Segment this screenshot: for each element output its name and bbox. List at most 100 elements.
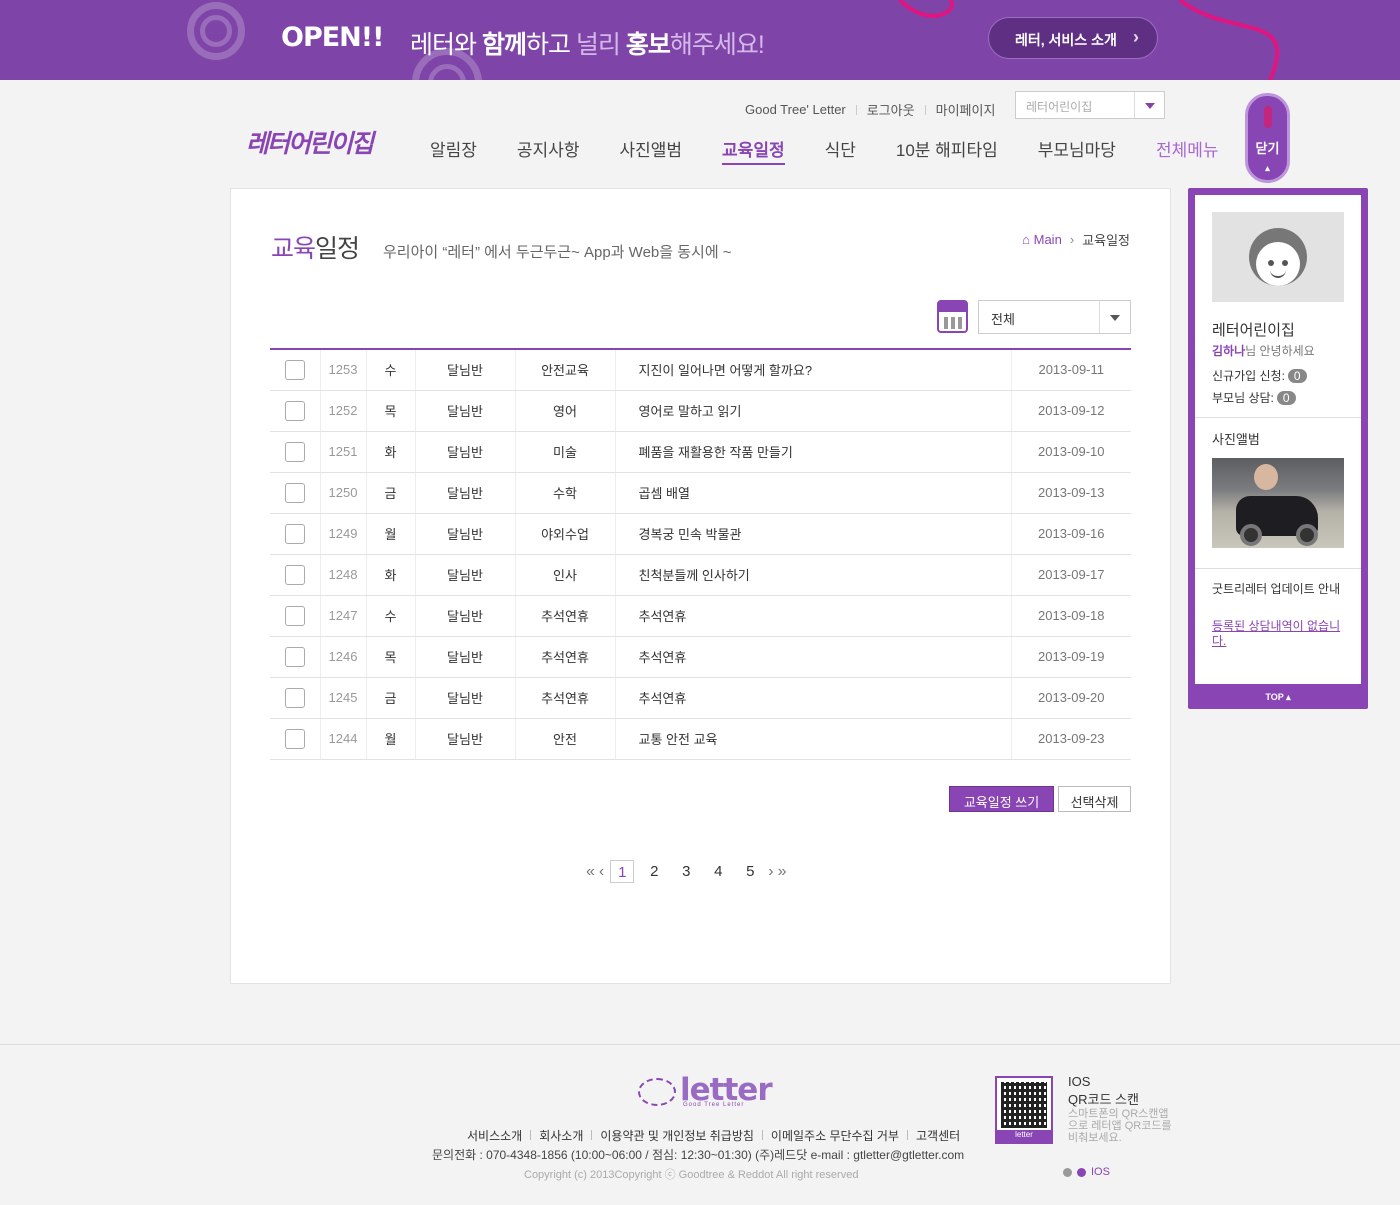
- checkbox[interactable]: [284, 441, 305, 462]
- signup-count[interactable]: 신규가입 신청: 0: [1212, 367, 1307, 384]
- util-link-goodtree[interactable]: Good Tree' Letter: [745, 102, 846, 117]
- checkbox[interactable]: [284, 646, 305, 667]
- page-link[interactable]: 5: [738, 860, 762, 883]
- row-date: 2013-09-18: [1010, 595, 1131, 637]
- nav-item-notice[interactable]: 공지사항: [517, 136, 580, 165]
- table-row[interactable]: 1245 금 달님반 추석연휴 추석연휴 2013-09-20: [270, 677, 1131, 719]
- page-link[interactable]: 1: [610, 860, 635, 883]
- update-notice-title[interactable]: 굿트리레터 업데이트 안내: [1212, 582, 1347, 597]
- footer: letter Good Tree Letter 서비스소개 회사소개 이용약관 …: [0, 1044, 1400, 1205]
- pagination: « ‹ 1 2 3 4 5 › »: [584, 860, 788, 883]
- footer-contact: 문의전화 : 070-4348-1856 (10:00~06:00 / 점심: …: [432, 1148, 965, 1162]
- table-row[interactable]: 1252 목 달님반 영어 영어로 말하고 읽기 2013-09-12: [270, 390, 1131, 432]
- nav-item-meal[interactable]: 식단: [825, 136, 856, 165]
- footer-copyright: Copyright (c) 2013Copyright ⓒ Goodtree &…: [524, 1169, 859, 1181]
- last-page-icon[interactable]: »: [776, 863, 789, 881]
- site-logo[interactable]: 레터어린이집: [246, 124, 374, 160]
- album-title: 사진앨범: [1212, 432, 1260, 447]
- table-row[interactable]: 1248 화 달님반 인사 친척분들께 인사하기 2013-09-17: [270, 554, 1131, 596]
- nav-item-album[interactable]: 사진앨범: [619, 136, 682, 165]
- row-checkbox: [270, 513, 320, 555]
- schedule-table: 1253 수 달님반 안전교육 지진이 일어나면 어떻게 할까요? 2013-09-11 1…: [270, 348, 1131, 760]
- footer-link-support[interactable]: 고객센터: [916, 1127, 960, 1144]
- util-link-mypage[interactable]: 마이페이지: [936, 100, 996, 119]
- footer-link-email-policy[interactable]: 이메일주소 무단수집 거부: [771, 1127, 899, 1144]
- pin-icon: [1264, 106, 1272, 128]
- top-button[interactable]: TOP ▴: [1188, 692, 1368, 703]
- nav-item-all-menu[interactable]: 전체메뉴: [1156, 136, 1219, 165]
- row-title[interactable]: 지진이 일어나면 어떻게 할까요?: [614, 349, 1011, 391]
- page-link[interactable]: 3: [674, 860, 698, 883]
- os-tab-label[interactable]: IOS: [1091, 1166, 1110, 1178]
- prev-page-icon[interactable]: ‹: [597, 863, 606, 881]
- footer-link-company[interactable]: 회사소개: [539, 1127, 583, 1144]
- next-page-icon[interactable]: ›: [766, 863, 775, 881]
- checkbox[interactable]: [284, 605, 305, 626]
- bird-icon: [638, 1078, 676, 1106]
- album-photo[interactable]: [1212, 458, 1344, 548]
- nav-item-happytime[interactable]: 10분 해피타임: [896, 136, 998, 165]
- row-title[interactable]: 경복궁 민속 박물관: [614, 513, 1011, 555]
- first-page-icon[interactable]: «: [584, 863, 597, 881]
- class-filter-select[interactable]: 전체: [978, 300, 1131, 334]
- delete-selected-button[interactable]: 선택삭제: [1058, 786, 1131, 812]
- breadcrumb-home[interactable]: ⌂ Main: [1022, 232, 1062, 247]
- qr-os-label: IOS: [1068, 1074, 1091, 1089]
- row-title[interactable]: 추석연휴: [614, 595, 1011, 637]
- nav-item-parents[interactable]: 부모님마당: [1038, 136, 1116, 165]
- checkbox[interactable]: [284, 564, 305, 585]
- consult-history-link[interactable]: 등록된 상담내역이 없습니다.: [1212, 619, 1347, 649]
- row-category: 추석연휴: [514, 677, 615, 719]
- signup-badge: 0: [1287, 369, 1307, 383]
- table-row[interactable]: 1253 수 달님반 안전교육 지진이 일어나면 어떻게 할까요? 2013-09-11: [270, 349, 1131, 391]
- table-row[interactable]: 1249 월 달님반 야외수업 경복궁 민속 박물관 2013-09-16: [270, 513, 1131, 555]
- row-date: 2013-09-17: [1010, 554, 1131, 596]
- chevron-down-icon[interactable]: [1134, 92, 1164, 118]
- row-checkbox: [270, 636, 320, 678]
- row-title[interactable]: 곱셈 배열: [614, 472, 1011, 514]
- write-schedule-button[interactable]: 교육일정 쓰기: [949, 786, 1054, 812]
- checkbox[interactable]: [284, 359, 305, 380]
- site-select[interactable]: 레터어린이집: [1015, 91, 1165, 119]
- table-row[interactable]: 1250 금 달님반 수학 곱셈 배열 2013-09-13: [270, 472, 1131, 514]
- row-category: 영어: [514, 390, 615, 432]
- row-title[interactable]: 폐품을 재활용한 작품 만들기: [614, 431, 1011, 473]
- consult-count[interactable]: 부모님 상담: 0: [1212, 389, 1296, 406]
- checkbox[interactable]: [284, 523, 305, 544]
- row-class: 달님반: [414, 554, 515, 596]
- table-row[interactable]: 1244 월 달님반 안전 교통 안전 교육 2013-09-23: [270, 718, 1131, 760]
- table-row[interactable]: 1246 목 달님반 추석연휴 추석연휴 2013-09-19: [270, 636, 1131, 678]
- chevron-up-icon: ▴: [1265, 163, 1270, 173]
- footer-link-terms[interactable]: 이용약관 및 개인정보 취급방침: [600, 1127, 754, 1144]
- nav-item-notes[interactable]: 알림장: [430, 136, 477, 165]
- nav-item-schedule[interactable]: 교육일정: [722, 136, 785, 165]
- util-link-logout[interactable]: 로그아웃: [867, 100, 915, 119]
- close-panel-button[interactable]: 닫기 ▴: [1245, 93, 1290, 183]
- page-link[interactable]: 2: [642, 860, 666, 883]
- breadcrumb-current: 교육일정: [1082, 233, 1130, 248]
- table-row[interactable]: 1247 수 달님반 추석연휴 추석연휴 2013-09-18: [270, 595, 1131, 637]
- table-row[interactable]: 1251 화 달님반 미술 폐품을 재활용한 작품 만들기 2013-09-10: [270, 431, 1131, 473]
- qr-code: letter: [995, 1076, 1053, 1144]
- row-title[interactable]: 영어로 말하고 읽기: [614, 390, 1011, 432]
- page-link[interactable]: 4: [706, 860, 730, 883]
- row-title[interactable]: 추석연휴: [614, 677, 1011, 719]
- checkbox[interactable]: [284, 728, 305, 749]
- row-title[interactable]: 교통 안전 교육: [614, 718, 1011, 760]
- checkbox[interactable]: [284, 687, 305, 708]
- row-title[interactable]: 추석연휴: [614, 636, 1011, 678]
- row-title[interactable]: 친척분들께 인사하기: [614, 554, 1011, 596]
- row-date: 2013-09-13: [1010, 472, 1131, 514]
- checkbox[interactable]: [284, 482, 305, 503]
- row-number: 1251: [319, 431, 366, 473]
- row-checkbox: [270, 390, 320, 432]
- checkbox[interactable]: [284, 400, 305, 421]
- chevron-down-icon[interactable]: [1099, 301, 1130, 333]
- os-tab-dot[interactable]: [1063, 1167, 1072, 1177]
- row-number: 1248: [319, 554, 366, 596]
- row-date: 2013-09-12: [1010, 390, 1131, 432]
- os-tab-dot-active[interactable]: [1077, 1167, 1086, 1177]
- calendar-icon[interactable]: [937, 300, 968, 333]
- footer-link-service[interactable]: 서비스소개: [467, 1127, 522, 1144]
- row-number: 1253: [319, 349, 366, 391]
